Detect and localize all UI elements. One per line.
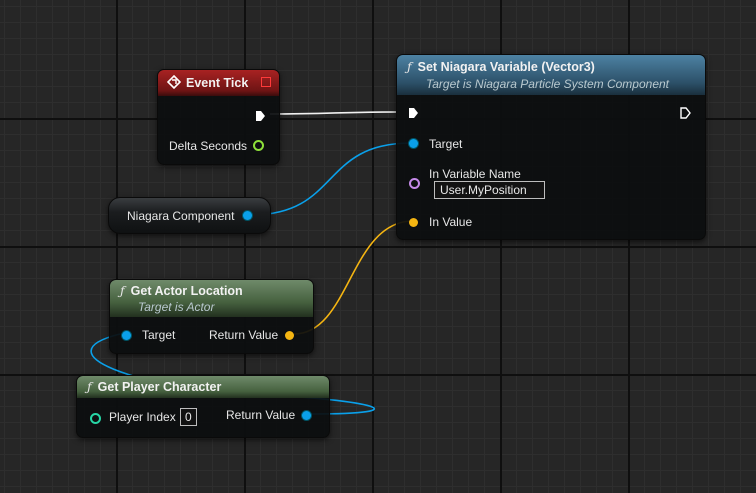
event-tick-title: Event Tick	[186, 76, 249, 90]
target-label: Target	[429, 137, 463, 151]
actor-target-label: Target	[142, 328, 176, 342]
set-niagara-variable-node[interactable]: ƒ Set Niagara Variable (Vector3) Target i…	[396, 54, 706, 240]
get-actor-location-node[interactable]: ƒ Get Actor Location Target is Actor Targ…	[109, 279, 314, 354]
niagara-component-pin[interactable]	[243, 211, 252, 220]
exec-wire	[269, 111, 398, 115]
actor-return-value-pin[interactable]	[285, 331, 294, 340]
player-index-label: Player Index	[109, 410, 176, 424]
player-index-pin[interactable]	[90, 413, 101, 424]
in-variable-name-label: In Variable Name	[429, 167, 521, 181]
exec-out-pin[interactable]	[680, 107, 691, 119]
function-icon: ƒ	[407, 59, 412, 74]
niagara-component-label: Niagara Component	[127, 209, 235, 223]
function-icon: ƒ	[87, 379, 92, 394]
in-variable-name-pin[interactable]	[409, 178, 420, 189]
event-tick-node[interactable]: Event Tick Delta Seconds	[157, 69, 280, 165]
player-return-value-pin[interactable]	[302, 411, 311, 420]
exec-out-pin[interactable]	[255, 110, 266, 122]
actor-target-pin[interactable]	[122, 331, 131, 340]
target-pin[interactable]	[409, 139, 418, 148]
in-variable-name-field[interactable]: User.MyPosition	[434, 181, 545, 199]
delta-seconds-pin[interactable]	[253, 140, 264, 151]
get-player-character-title: ƒ Get Player Character	[87, 379, 222, 394]
delegate-pin-icon[interactable]	[261, 77, 271, 87]
player-index-field[interactable]: 0	[180, 408, 197, 426]
exec-in-pin[interactable]	[408, 107, 419, 119]
get-player-character-node[interactable]: ƒ Get Player Character Player Index 0 Ret…	[76, 375, 330, 438]
set-niagara-subtitle: Target is Niagara Particle System Compon…	[426, 77, 669, 91]
delta-seconds-label: Delta Seconds	[169, 139, 248, 153]
event-diamond-icon	[166, 74, 182, 92]
get-actor-location-title: ƒ Get Actor Location	[120, 283, 243, 298]
function-icon: ƒ	[120, 283, 125, 298]
in-value-label: In Value	[429, 215, 473, 229]
niagara-component-node[interactable]: Niagara Component	[108, 197, 271, 234]
set-niagara-title: ƒ Set Niagara Variable (Vector3)	[407, 59, 595, 74]
in-value-pin[interactable]	[409, 218, 418, 227]
get-actor-location-subtitle: Target is Actor	[138, 300, 215, 314]
actor-return-value-label: Return Value	[209, 328, 279, 342]
player-return-value-label: Return Value	[226, 408, 296, 422]
